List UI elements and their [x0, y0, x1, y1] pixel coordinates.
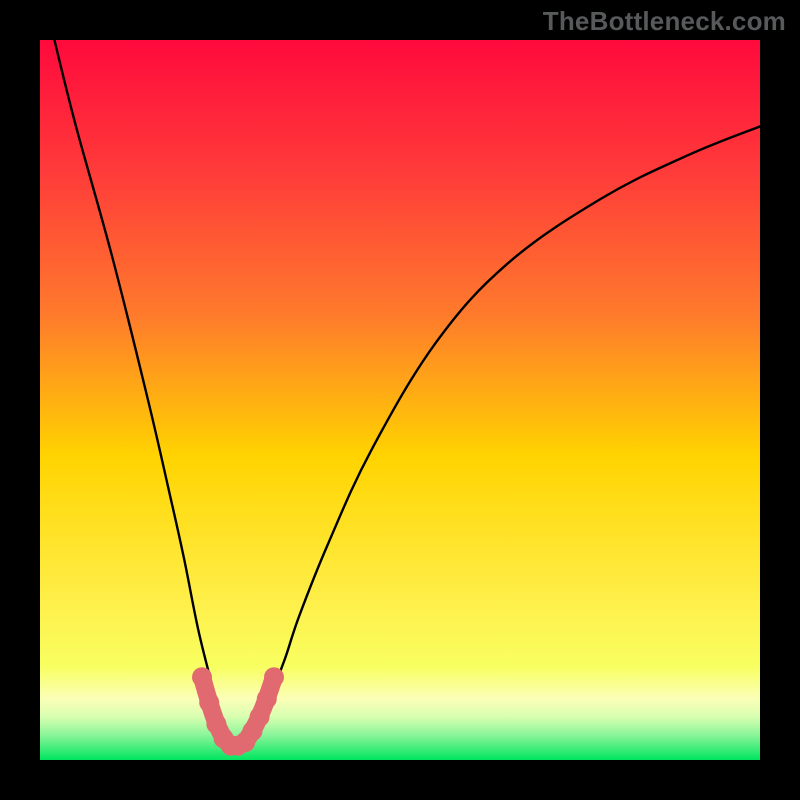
- plot-area: [40, 40, 760, 760]
- chart-frame: TheBottleneck.com: [0, 0, 800, 800]
- highlight-dot: [192, 667, 212, 687]
- chart-svg: [40, 40, 760, 760]
- highlight-dot: [250, 707, 270, 727]
- watermark-text: TheBottleneck.com: [543, 6, 786, 37]
- highlight-dot: [257, 689, 277, 709]
- highlight-dot: [199, 692, 219, 712]
- highlight-dot: [264, 667, 284, 687]
